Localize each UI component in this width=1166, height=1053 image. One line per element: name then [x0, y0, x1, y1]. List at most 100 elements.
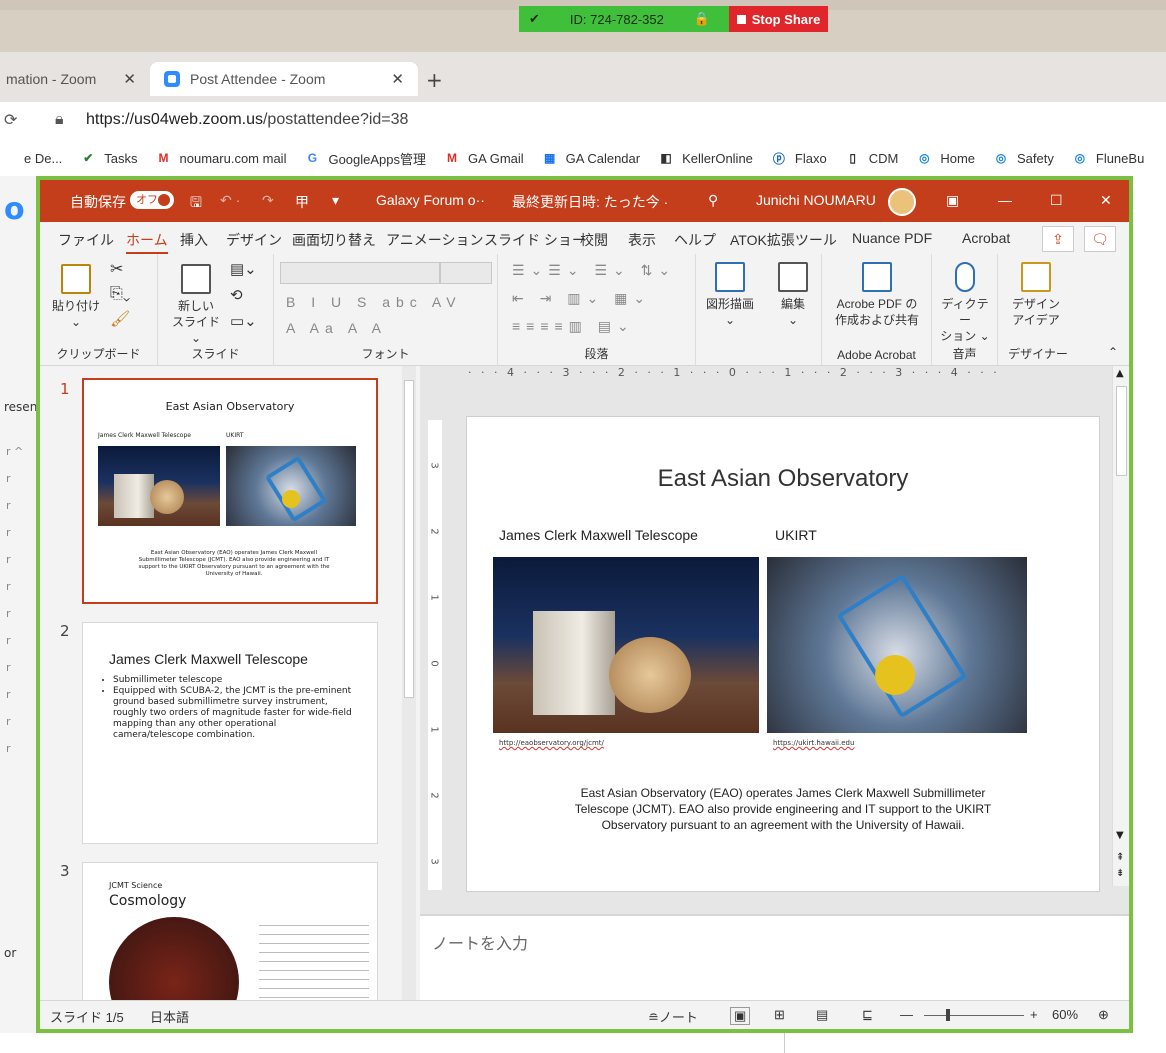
- tab-post-attendee[interactable]: Post Attendee - Zoom ✕: [150, 62, 418, 96]
- maximize-icon[interactable]: ☐: [1050, 192, 1063, 209]
- new-slide-button[interactable]: 新しい スライド ⌄: [166, 264, 226, 346]
- ukirt-link[interactable]: https://ukirt.hawaii.edu: [773, 739, 854, 747]
- slide-thumbnail-2[interactable]: James Clerk Maxwell Telescope Submillime…: [82, 622, 378, 844]
- notes-button[interactable]: ≘ノート: [648, 1007, 698, 1026]
- scroll-up-icon[interactable]: ▲: [1116, 368, 1124, 379]
- user-name[interactable]: Junichi NOUMARU: [756, 192, 876, 208]
- slide-body-text[interactable]: East Asian Observatory (EAO) operates Ja…: [467, 785, 1099, 833]
- font-color-buttons[interactable]: A Aa A A: [286, 320, 387, 336]
- ukirt-caption[interactable]: UKIRT: [775, 527, 817, 543]
- cut-icon[interactable]: ✂: [110, 262, 123, 278]
- prev-slide-icon[interactable]: ⇞: [1116, 852, 1124, 863]
- reset-icon[interactable]: ⟲: [230, 288, 243, 304]
- zoom-in-icon[interactable]: +: [1030, 1007, 1038, 1022]
- slide-thumbnail-1[interactable]: East Asian Observatory James Clerk Maxwe…: [82, 378, 378, 604]
- jcmt-photo[interactable]: [493, 557, 759, 733]
- collapse-ribbon-icon[interactable]: ⌃: [1108, 344, 1118, 360]
- current-slide[interactable]: East Asian Observatory James Clerk Maxwe…: [466, 416, 1100, 892]
- bookmark-11[interactable]: ◎ FluneBu: [1072, 150, 1145, 166]
- scroll-down-icon[interactable]: ▼: [1116, 830, 1124, 841]
- tab-10[interactable]: ATOK拡張ツール: [730, 230, 837, 250]
- language[interactable]: 日本語: [150, 1007, 189, 1026]
- copy-icon[interactable]: ⎘⌄: [110, 286, 130, 302]
- bookmark-3[interactable]: G GoogleApps管理: [304, 149, 426, 168]
- autosave-toggle[interactable]: オフ: [130, 191, 174, 210]
- ukirt-photo[interactable]: [767, 557, 1027, 733]
- tab-2[interactable]: 挿入: [180, 230, 208, 250]
- bookmark-7[interactable]: ⓟ Flaxo: [771, 150, 827, 166]
- new-tab-plus-icon[interactable]: +: [426, 68, 443, 92]
- zoom-out-icon[interactable]: —: [900, 1007, 913, 1022]
- bookmark-10[interactable]: ◎ Safety: [993, 150, 1054, 166]
- stop-share-button[interactable]: Stop Share: [729, 6, 828, 32]
- url-field[interactable]: https://us04web.zoom.us/postattendee?id=…: [86, 111, 408, 129]
- bookmark-8[interactable]: ▯ CDM: [845, 150, 898, 166]
- tab-5[interactable]: アニメーション: [386, 230, 483, 250]
- tab-zoom-information[interactable]: mation - Zoom ✕: [0, 62, 150, 96]
- minimize-icon[interactable]: —: [998, 192, 1012, 208]
- create-pdf-button[interactable]: Acrobe PDF の 作成および共有: [828, 262, 926, 328]
- design-ideas-button[interactable]: デザイン アイデア: [1004, 262, 1068, 328]
- zoom-level[interactable]: 60%: [1052, 1007, 1078, 1022]
- ribbon-display-icon[interactable]: ▣: [946, 192, 959, 209]
- save-icon[interactable]: 🖫: [190, 192, 202, 216]
- bookmark-0[interactable]: e De...: [0, 150, 62, 166]
- normal-view-icon[interactable]: ▣: [730, 1007, 751, 1025]
- bookmark-5[interactable]: ▦ GA Calendar: [542, 150, 640, 166]
- lock-icon[interactable]: 🔒︎: [55, 109, 64, 129]
- tab-11[interactable]: Nuance PDF: [852, 230, 932, 246]
- close-tab-icon[interactable]: ✕: [391, 70, 404, 88]
- zoom-slider[interactable]: [924, 1015, 1024, 1016]
- comments-icon[interactable]: 🗨: [1084, 226, 1116, 252]
- bookmark-2[interactable]: Mnoumaru.com mail: [156, 150, 287, 166]
- tab-12[interactable]: Acrobat: [962, 230, 1010, 246]
- tab-1[interactable]: ホーム: [126, 230, 168, 255]
- layout-icon[interactable]: ▤⌄: [230, 262, 257, 278]
- font-name-select[interactable]: [280, 262, 440, 284]
- font-style-buttons[interactable]: B I U S abc AV: [286, 294, 462, 310]
- dictate-button[interactable]: ディクテー ション ⌄: [936, 262, 994, 344]
- reading-view-icon[interactable]: ▤: [816, 1007, 828, 1023]
- undo-icon[interactable]: ↶ ·: [220, 192, 240, 209]
- format-painter-icon[interactable]: 🖌: [110, 312, 130, 328]
- redo-icon[interactable]: ↷: [262, 192, 274, 209]
- tab-9[interactable]: ヘルプ: [674, 230, 716, 250]
- share-icon[interactable]: ⇪: [1042, 226, 1074, 252]
- paste-button[interactable]: 貼り付け ⌄: [52, 264, 100, 330]
- fit-slide-icon[interactable]: ⊕: [1098, 1007, 1109, 1023]
- jcmt-caption[interactable]: James Clerk Maxwell Telescope: [499, 527, 698, 543]
- avatar[interactable]: [888, 188, 916, 216]
- thumbnail-scrollbar[interactable]: [402, 366, 416, 1000]
- tab-7[interactable]: 校閲: [580, 230, 608, 250]
- notes-pane[interactable]: ノートを入力: [420, 914, 1129, 1000]
- present-icon[interactable]: 甲: [295, 192, 309, 212]
- list-buttons[interactable]: ☰⌄☰⌄ ☰⌄ ⇅⌄: [512, 262, 676, 279]
- customize-qat-icon[interactable]: ▾: [332, 192, 339, 209]
- bookmark-1[interactable]: ✔ Tasks: [80, 150, 137, 166]
- tab-6[interactable]: スライド ショー: [484, 230, 586, 250]
- tab-4[interactable]: 画面切り替え: [292, 230, 376, 250]
- close-tab-icon[interactable]: ✕: [123, 70, 136, 88]
- bookmark-4[interactable]: M GA Gmail: [444, 150, 524, 166]
- meeting-id-panel[interactable]: ✔ ID: 724-782-352 🔒: [519, 6, 729, 32]
- tab-3[interactable]: デザイン: [226, 230, 282, 250]
- font-size-select[interactable]: [440, 262, 492, 284]
- slide-thumbnail-3[interactable]: JCMT Science Cosmology: [82, 862, 378, 1000]
- edit-button[interactable]: 編集 ⌄: [770, 262, 816, 328]
- slideshow-icon[interactable]: ⊑: [862, 1007, 873, 1023]
- jcmt-link[interactable]: http://eaobservatory.org/jcmt/: [499, 739, 604, 747]
- slide-title[interactable]: East Asian Observatory: [467, 465, 1099, 493]
- close-icon[interactable]: ✕: [1100, 192, 1112, 209]
- zoom-slider-thumb[interactable]: [946, 1009, 950, 1021]
- draw-shape-button[interactable]: 図形描画 ⌄: [702, 262, 758, 328]
- align-buttons[interactable]: ≡≡≡≡▥ ▤⌄: [512, 318, 635, 335]
- next-slide-icon[interactable]: ⇟: [1116, 868, 1124, 879]
- indent-buttons[interactable]: ⇤ ⇥ ▥⌄ ▦⌄: [512, 290, 651, 307]
- section-icon[interactable]: ▭⌄: [230, 314, 257, 330]
- bookmark-6[interactable]: ◧ KellerOnline: [658, 150, 753, 166]
- bookmark-9[interactable]: ◎ Home: [916, 150, 975, 166]
- slide-sorter-icon[interactable]: ⊞: [774, 1007, 785, 1023]
- tab-8[interactable]: 表示: [628, 230, 656, 250]
- reload-icon[interactable]: ⟳: [4, 110, 17, 129]
- search-icon[interactable]: ⚲: [708, 192, 718, 209]
